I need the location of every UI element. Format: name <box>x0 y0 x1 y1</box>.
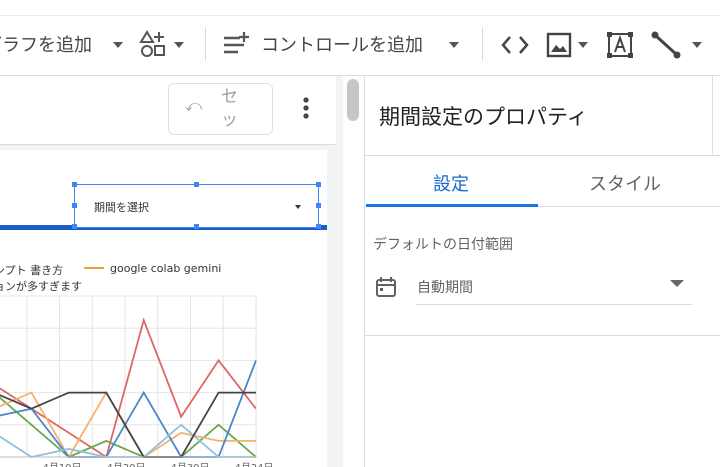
tab-style[interactable]: スタイル <box>540 170 710 196</box>
panel-edge <box>712 76 713 156</box>
selection-handle[interactable] <box>194 182 199 187</box>
series-line-0 <box>0 317 257 459</box>
line-icon[interactable] <box>651 31 681 59</box>
selection-handle[interactable] <box>316 182 321 187</box>
selection-handle[interactable] <box>194 224 199 229</box>
panel-title: 期間設定のプロパティ <box>379 105 588 129</box>
x-tick-label: ... <box>0 463 7 467</box>
date-range-control-label: 期間を選択 <box>94 201 149 214</box>
more-options-icon[interactable] <box>301 96 311 124</box>
selection-handle[interactable] <box>72 182 77 187</box>
report-page: 期間を選択 ンプト 書き方 google colab gemini ョンが多すぎ… <box>0 150 327 467</box>
tab-divider <box>538 206 720 207</box>
line-caret-icon[interactable] <box>692 42 702 48</box>
tab-settings[interactable]: 設定 <box>366 170 536 196</box>
x-tick-label: 4月20日 <box>106 462 145 467</box>
add-control-button[interactable]: コントロールを追加 <box>261 31 423 57</box>
panel-divider <box>364 155 720 156</box>
add-component-icon[interactable] <box>139 30 173 60</box>
selection-handle[interactable] <box>72 203 77 208</box>
x-tick-label: 4月30日 <box>170 462 209 467</box>
panel-section-divider <box>364 335 720 336</box>
calendar-icon <box>375 276 397 298</box>
selection-handle[interactable] <box>72 224 77 229</box>
canvas-scrollbar-thumb[interactable] <box>347 79 359 121</box>
canvas-scrollbar-track[interactable] <box>343 76 363 467</box>
legend-item-0: ンプト 書き方 <box>0 264 64 277</box>
image-caret-icon[interactable] <box>578 42 588 48</box>
text-box-icon[interactable] <box>606 31 634 59</box>
date-range-select[interactable]: 自動期間 <box>416 268 692 305</box>
toolbar-divider <box>205 27 206 61</box>
chevron-down-icon <box>670 280 684 287</box>
date-range-control[interactable]: 期間を選択 <box>74 184 319 228</box>
line-chart: ... 4月10日 4月20日 4月30日 4月24日 <box>0 295 274 467</box>
image-icon[interactable] <box>546 32 572 58</box>
add-chart-caret-icon[interactable] <box>113 42 123 48</box>
date-range-select-value: 自動期間 <box>417 280 473 296</box>
undo-icon: ⤺ <box>185 96 203 115</box>
undo-reset-button[interactable]: ⤺ セ ッ <box>168 83 273 135</box>
top-toolbar: グラフを追加 コントロールを追加 <box>0 0 720 76</box>
default-date-range-label: デフォルトの日付範囲 <box>373 237 513 253</box>
selection-handle[interactable] <box>316 224 321 229</box>
legend-item-1: google colab gemini <box>110 262 222 275</box>
x-tick-label: 4月24日 <box>234 462 273 467</box>
selection-handle[interactable] <box>316 203 321 208</box>
x-tick-label: 4月10日 <box>42 462 81 467</box>
add-control-caret-icon[interactable] <box>449 42 459 48</box>
toolbar-divider <box>482 27 483 61</box>
date-range-control-caret-icon <box>295 205 301 209</box>
embed-code-icon[interactable] <box>500 33 530 57</box>
legend-swatch-1 <box>84 267 104 269</box>
add-chart-button[interactable]: グラフを追加 <box>0 31 92 57</box>
add-component-caret-icon[interactable] <box>174 42 184 48</box>
active-tab-indicator <box>366 204 538 207</box>
undo-label: セ ッ <box>221 87 238 130</box>
add-control-icon[interactable] <box>222 30 252 58</box>
